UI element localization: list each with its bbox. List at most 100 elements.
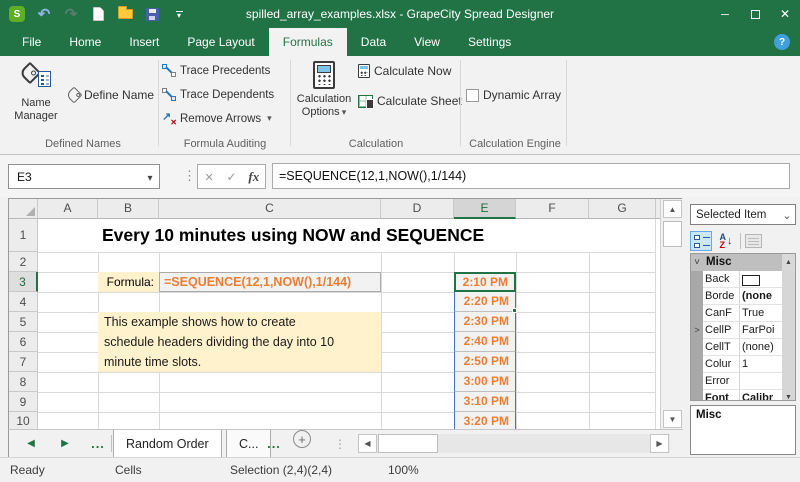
undo-icon[interactable] (35, 5, 53, 23)
column-header-f[interactable]: F (516, 199, 589, 219)
column-header-e[interactable]: E (454, 199, 516, 219)
property-row[interactable]: Back (691, 271, 795, 288)
scroll-right-icon[interactable] (650, 434, 669, 453)
categorized-view-icon[interactable] (690, 231, 712, 251)
propgrid-scroll-down-icon[interactable] (782, 390, 795, 401)
maximize-button[interactable] (740, 0, 770, 28)
tab-settings[interactable]: Settings (454, 28, 525, 56)
new-document-icon[interactable] (89, 5, 107, 23)
row-header-9[interactable]: 9 (9, 392, 38, 412)
tab-home[interactable]: Home (55, 28, 115, 56)
scroll-down-icon[interactable] (663, 410, 682, 428)
collapse-category-icon[interactable] (691, 254, 703, 271)
cell-e5[interactable]: 2:30 PM (454, 312, 516, 332)
property-row[interactable]: CanF True (691, 305, 795, 322)
cell-e6[interactable]: 2:40 PM (454, 332, 516, 352)
trace-precedents-button[interactable]: Trace Precedents (162, 64, 270, 77)
name-box-caret-icon[interactable] (141, 170, 159, 184)
add-sheet-icon[interactable] (293, 430, 311, 448)
row-header-3[interactable]: 3 (9, 272, 38, 292)
calculate-sheet-button[interactable]: Calculate Sheet (358, 94, 462, 108)
row-header-4[interactable]: 4 (9, 292, 38, 312)
column-header-g[interactable]: G (589, 199, 656, 219)
property-row[interactable]: CellT (none) (691, 339, 795, 356)
confirm-entry-icon[interactable] (220, 170, 242, 184)
name-box[interactable]: E3 (8, 164, 160, 189)
trace-dependents-button[interactable]: Trace Dependents (162, 88, 274, 101)
property-value-backcolor[interactable] (740, 271, 782, 288)
propgrid-scroll-up-icon[interactable] (782, 254, 795, 271)
vertical-scroll-thumb[interactable] (663, 221, 682, 247)
property-row[interactable]: Borde (none (691, 288, 795, 305)
dynamic-array-checkbox-row[interactable]: Dynamic Array (466, 88, 561, 102)
tabbar-splitter[interactable] (335, 430, 345, 457)
property-category-row[interactable]: Misc (691, 254, 795, 271)
dropdown-chevron-icon[interactable] (779, 208, 795, 222)
column-header-b[interactable]: B (98, 199, 159, 219)
tab-data[interactable]: Data (347, 28, 400, 56)
cell-e10[interactable]: 3:20 PM (454, 412, 516, 429)
more-sheets-right[interactable]: ... (263, 430, 285, 457)
cell-e7[interactable]: 2:50 PM (454, 352, 516, 372)
row-header-8[interactable]: 8 (9, 372, 38, 392)
cell-e9[interactable]: 3:10 PM (454, 392, 516, 412)
customize-toolbar-icon[interactable] (170, 5, 188, 23)
scroll-up-icon[interactable] (663, 200, 682, 218)
cell-e3-selected[interactable]: 2:10 PM (454, 272, 516, 292)
row-header-2[interactable]: 2 (9, 252, 38, 272)
close-button[interactable] (770, 0, 800, 28)
row-header-5[interactable]: 5 (9, 312, 38, 332)
property-row[interactable]: Error (691, 373, 795, 390)
cell-grid[interactable]: Every 10 minutes using NOW and SEQUENCE … (38, 219, 656, 429)
selected-item-dropdown[interactable]: Selected Item (690, 204, 796, 225)
cell-e8[interactable]: 3:00 PM (454, 372, 516, 392)
more-sheets-left[interactable]: ... (87, 430, 109, 457)
define-name-button[interactable]: Define Name (68, 88, 154, 102)
cell-formula-label-b3[interactable]: Formula: (98, 272, 159, 292)
vertical-scrollbar[interactable] (660, 199, 682, 429)
formula-input[interactable]: =SEQUENCE(12,1,NOW(),1/144) (272, 163, 790, 189)
tab-formulas[interactable]: Formulas (269, 28, 347, 56)
row-header-6[interactable]: 6 (9, 332, 38, 352)
expand-property-icon[interactable] (691, 322, 703, 339)
column-header-c[interactable]: C (159, 199, 381, 219)
property-row[interactable]: CellP FarPoi (691, 322, 795, 339)
cell-formula-text-c3[interactable]: =SEQUENCE(12,1,NOW(),1/144) (159, 272, 381, 292)
select-all-corner[interactable] (9, 199, 38, 219)
tab-file[interactable]: File (8, 28, 55, 56)
row-header-7[interactable]: 7 (9, 352, 38, 372)
column-header-d[interactable]: D (381, 199, 454, 219)
tab-insert[interactable]: Insert (115, 28, 173, 56)
cancel-entry-icon[interactable] (198, 170, 220, 184)
alphabetical-sort-icon[interactable] (716, 231, 736, 251)
property-row[interactable]: Font Calibr (691, 390, 795, 401)
calculate-now-button[interactable]: Calculate Now (358, 64, 451, 78)
dynamic-array-checkbox[interactable] (466, 89, 479, 102)
color-swatch[interactable] (742, 275, 760, 286)
calculation-options-button[interactable]: Calculation Options (294, 59, 354, 135)
remove-arrows-button[interactable]: Remove Arrows (162, 112, 272, 125)
property-row[interactable]: Colur 1 (691, 356, 795, 373)
prev-sheet-icon[interactable] (23, 430, 39, 457)
tab-view[interactable]: View (400, 28, 454, 56)
cell-note-b5[interactable]: This example shows how to create schedul… (98, 312, 381, 372)
column-header-a[interactable]: A (38, 199, 98, 219)
cell-e4[interactable]: 2:20 PM (454, 292, 516, 312)
name-manager-button[interactable]: Name Manager (8, 59, 64, 135)
help-icon[interactable] (774, 34, 790, 50)
status-zoom[interactable]: 100% (388, 458, 419, 482)
sheet-tab-active[interactable]: Random Order (113, 430, 222, 457)
row-header-1[interactable]: 1 (9, 219, 38, 252)
row-header-10[interactable]: 10 (9, 412, 38, 429)
insert-function-icon[interactable]: fx (243, 169, 265, 185)
scroll-left-icon[interactable] (358, 434, 377, 453)
fill-handle[interactable] (512, 308, 517, 313)
next-sheet-icon[interactable] (57, 430, 73, 457)
open-folder-icon[interactable] (116, 5, 134, 23)
redo-icon[interactable] (62, 5, 80, 23)
cell-title-b1[interactable]: Every 10 minutes using NOW and SEQUENCE (98, 219, 643, 252)
minimize-button[interactable] (710, 0, 740, 28)
horizontal-scroll-thumb[interactable] (378, 434, 438, 453)
tab-page-layout[interactable]: Page Layout (173, 28, 268, 56)
save-icon[interactable] (143, 5, 161, 23)
